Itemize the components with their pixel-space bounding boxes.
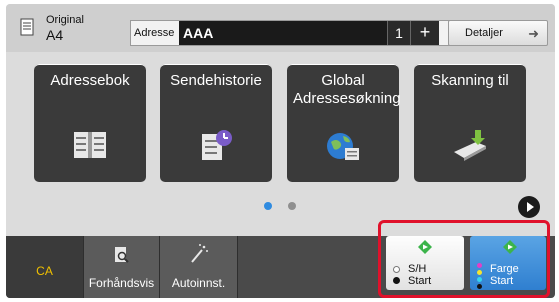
- bw-start-label: Start: [408, 275, 432, 287]
- send-history-icon: [202, 130, 232, 160]
- original-size: A4: [46, 27, 64, 43]
- bw-start-button[interactable]: S/H Start: [386, 236, 464, 290]
- tile-address-book[interactable]: Adressebok: [34, 64, 146, 182]
- scan-to-icon: [454, 130, 486, 161]
- address-input[interactable]: AAA: [179, 21, 405, 45]
- arrow-right-icon: ➜: [528, 26, 539, 41]
- original-settings-button[interactable]: Original A4: [12, 12, 122, 44]
- start-diamond-icon: [418, 240, 432, 254]
- black-dot-icon: [393, 277, 400, 284]
- color-start-button[interactable]: Farge Start: [470, 236, 546, 290]
- tile-global-address-search[interactable]: Global Adressesøkning: [287, 64, 401, 182]
- preview-button[interactable]: Forhåndsvis: [84, 236, 160, 298]
- color-start-label: Start: [490, 275, 514, 287]
- ca-label: CA: [36, 264, 53, 278]
- document-icon: [20, 18, 34, 36]
- address-count: 1: [387, 21, 410, 45]
- white-dot-icon: [393, 266, 400, 273]
- details-label: Detaljer: [465, 27, 503, 39]
- next-page-icon[interactable]: [518, 196, 540, 218]
- add-address-button[interactable]: +: [410, 21, 439, 45]
- original-label: Original: [46, 14, 84, 26]
- ca-button[interactable]: CA: [6, 236, 84, 298]
- tile-label: Skanning til: [431, 72, 509, 89]
- tile-send-history[interactable]: Sendehistorie: [160, 64, 272, 182]
- auto-settings-button[interactable]: Autoinnst.: [160, 236, 238, 298]
- tile-label: Global Adressesøkning: [293, 72, 401, 107]
- tile-label: Sendehistorie: [170, 72, 262, 89]
- tile-scan-to[interactable]: Skanning til: [414, 64, 526, 182]
- tile-label: Adressebok: [50, 72, 130, 89]
- preview-icon: [115, 247, 129, 263]
- magic-wand-icon: [191, 244, 208, 263]
- address-label: Adresse: [134, 27, 175, 39]
- start-diamond-icon: [503, 240, 517, 254]
- color-label: Farge: [490, 263, 519, 275]
- page-dot-active[interactable]: [264, 202, 272, 210]
- top-bar: Original A4 Adresse AAA 1 + Detaljer ➜: [6, 4, 555, 52]
- auto-settings-label: Autoinnst.: [171, 276, 226, 290]
- bw-label: S/H: [408, 263, 427, 275]
- yellow-dot-icon: [477, 270, 482, 275]
- details-button[interactable]: Detaljer ➜: [448, 20, 548, 46]
- magenta-dot-icon: [477, 263, 482, 268]
- address-book-icon: [74, 132, 106, 158]
- black-dot-icon: [477, 284, 482, 289]
- page-dot[interactable]: [288, 202, 296, 210]
- cyan-dot-icon: [477, 277, 482, 282]
- preview-label: Forhåndsvis: [88, 276, 155, 290]
- global-address-search-icon: [327, 133, 359, 160]
